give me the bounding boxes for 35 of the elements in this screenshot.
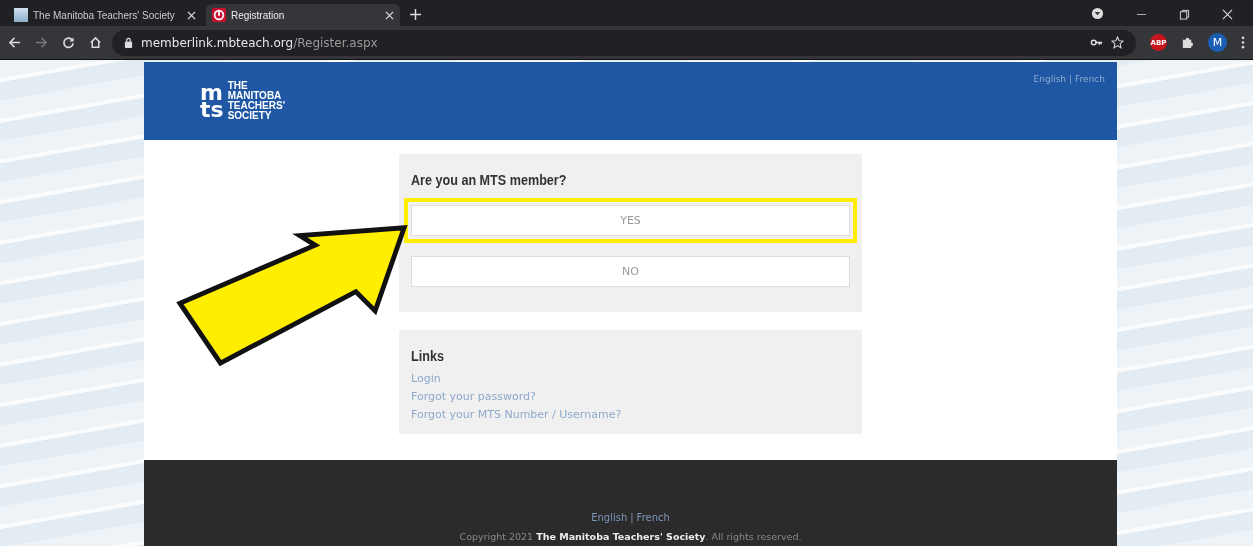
lock-icon	[124, 37, 133, 48]
logo-mark: m ts	[200, 84, 224, 118]
language-link[interactable]: French	[636, 512, 670, 523]
close-tab-icon[interactable]	[385, 10, 394, 20]
url-text: memberlink.mbteach.org/Register.aspx	[141, 35, 378, 50]
close-icon[interactable]	[1222, 9, 1233, 20]
site-icon	[212, 8, 226, 22]
logo-text: THE MANITOBA TEACHERS' SOCIETY	[227, 81, 285, 121]
separator: |	[630, 512, 634, 523]
key-icon[interactable]	[1090, 36, 1103, 49]
language-link[interactable]: English	[591, 512, 628, 523]
card-heading: Links	[411, 348, 445, 364]
puzzle-icon[interactable]	[1181, 36, 1194, 49]
back-icon[interactable]	[8, 36, 21, 49]
reload-icon[interactable]	[62, 36, 75, 49]
browser-tab[interactable]: The Manitoba Teachers' Society	[8, 4, 202, 26]
answer-button[interactable]: NO	[411, 256, 850, 287]
answer-button[interactable]: YES	[411, 205, 850, 236]
site-icon	[14, 8, 28, 22]
home-icon[interactable]	[89, 36, 102, 49]
forward-icon[interactable]	[35, 36, 48, 49]
language-link[interactable]: English	[1033, 74, 1067, 140]
browser-tab[interactable]: Registration	[206, 4, 400, 26]
menu-icon[interactable]	[1241, 36, 1245, 49]
close-tab-icon[interactable]	[187, 10, 196, 20]
separator: |	[1069, 74, 1073, 86]
language-link[interactable]: French	[1075, 74, 1105, 140]
star-icon[interactable]	[1111, 36, 1124, 49]
dropdown-icon[interactable]	[1091, 7, 1104, 20]
card-heading: Are you an MTS member?	[411, 172, 568, 188]
copyright-text: Copyright 2021 The Manitoba Teachers' Society. All rights reserved.	[459, 531, 802, 542]
profile-avatar[interactable]: M	[1208, 33, 1227, 52]
address-bar[interactable]: memberlink.mbteach.org/Register.aspx	[112, 29, 1136, 56]
new-tab-icon[interactable]	[410, 9, 421, 20]
restore-icon[interactable]	[1179, 9, 1190, 20]
